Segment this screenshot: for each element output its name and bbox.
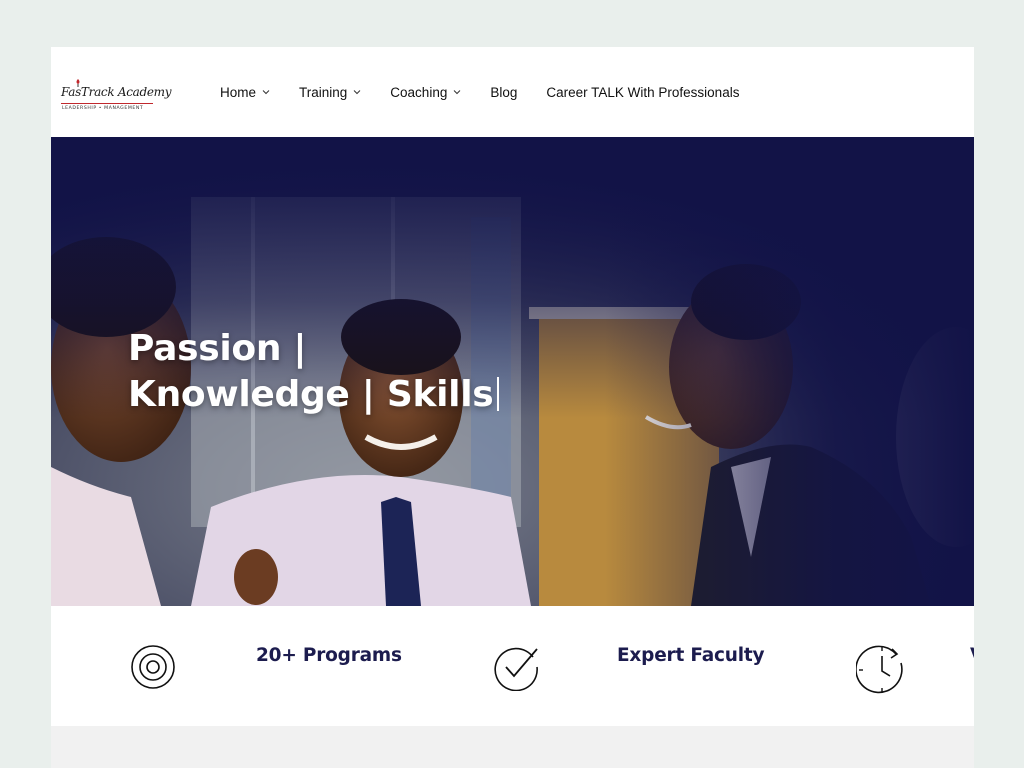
features-strip: 20+ Programs Expert Faculty V bbox=[51, 606, 974, 726]
chevron-down-icon bbox=[353, 90, 361, 95]
feature-label-partial: V bbox=[970, 645, 974, 666]
nav-item-label: Career TALK With Professionals bbox=[546, 84, 740, 100]
nav-item-blog[interactable]: Blog bbox=[490, 85, 517, 100]
page-card: FasTrack Academy LEADERSHIP • MANAGEMENT… bbox=[51, 47, 974, 768]
site-header: FasTrack Academy LEADERSHIP • MANAGEMENT… bbox=[51, 47, 974, 137]
clock-icon bbox=[856, 645, 903, 694]
feature-label-programs: 20+ Programs bbox=[256, 645, 402, 666]
hero-banner: Passion | Knowledge | Skills bbox=[51, 137, 974, 606]
feature-label-faculty: Expert Faculty bbox=[617, 645, 765, 666]
hero-line-2: Knowledge | Skills bbox=[128, 372, 500, 418]
nav-item-label: Blog bbox=[490, 84, 518, 100]
check-circle-icon bbox=[494, 647, 538, 691]
logo-underline bbox=[61, 103, 153, 104]
chevron-down-icon bbox=[453, 90, 461, 95]
hero-line-1: Passion | bbox=[128, 328, 307, 369]
typing-cursor bbox=[497, 377, 500, 411]
nav-item-career-talk[interactable]: Career TALK With Professionals bbox=[546, 85, 739, 100]
nav-item-coaching[interactable]: Coaching bbox=[390, 85, 461, 100]
nav-item-label: Home bbox=[220, 84, 257, 100]
hero-heading: Passion | Knowledge | Skills bbox=[128, 326, 500, 418]
logo-text: FasTrack Academy bbox=[61, 85, 172, 99]
site-logo[interactable]: FasTrack Academy LEADERSHIP • MANAGEMENT bbox=[61, 79, 172, 117]
nav-item-training[interactable]: Training bbox=[299, 85, 361, 100]
target-icon bbox=[131, 645, 175, 689]
nav-item-home[interactable]: Home bbox=[220, 85, 270, 100]
main-nav: Home Training Coaching Blog Career TALK … bbox=[220, 47, 768, 150]
logo-subtext: LEADERSHIP • MANAGEMENT bbox=[62, 106, 144, 111]
next-section-band bbox=[51, 726, 974, 768]
nav-item-label: Training bbox=[299, 84, 348, 100]
hero-line-2-text: Knowledge | Skills bbox=[128, 374, 494, 415]
chevron-down-icon bbox=[262, 90, 270, 95]
nav-item-label: Coaching bbox=[390, 84, 448, 100]
